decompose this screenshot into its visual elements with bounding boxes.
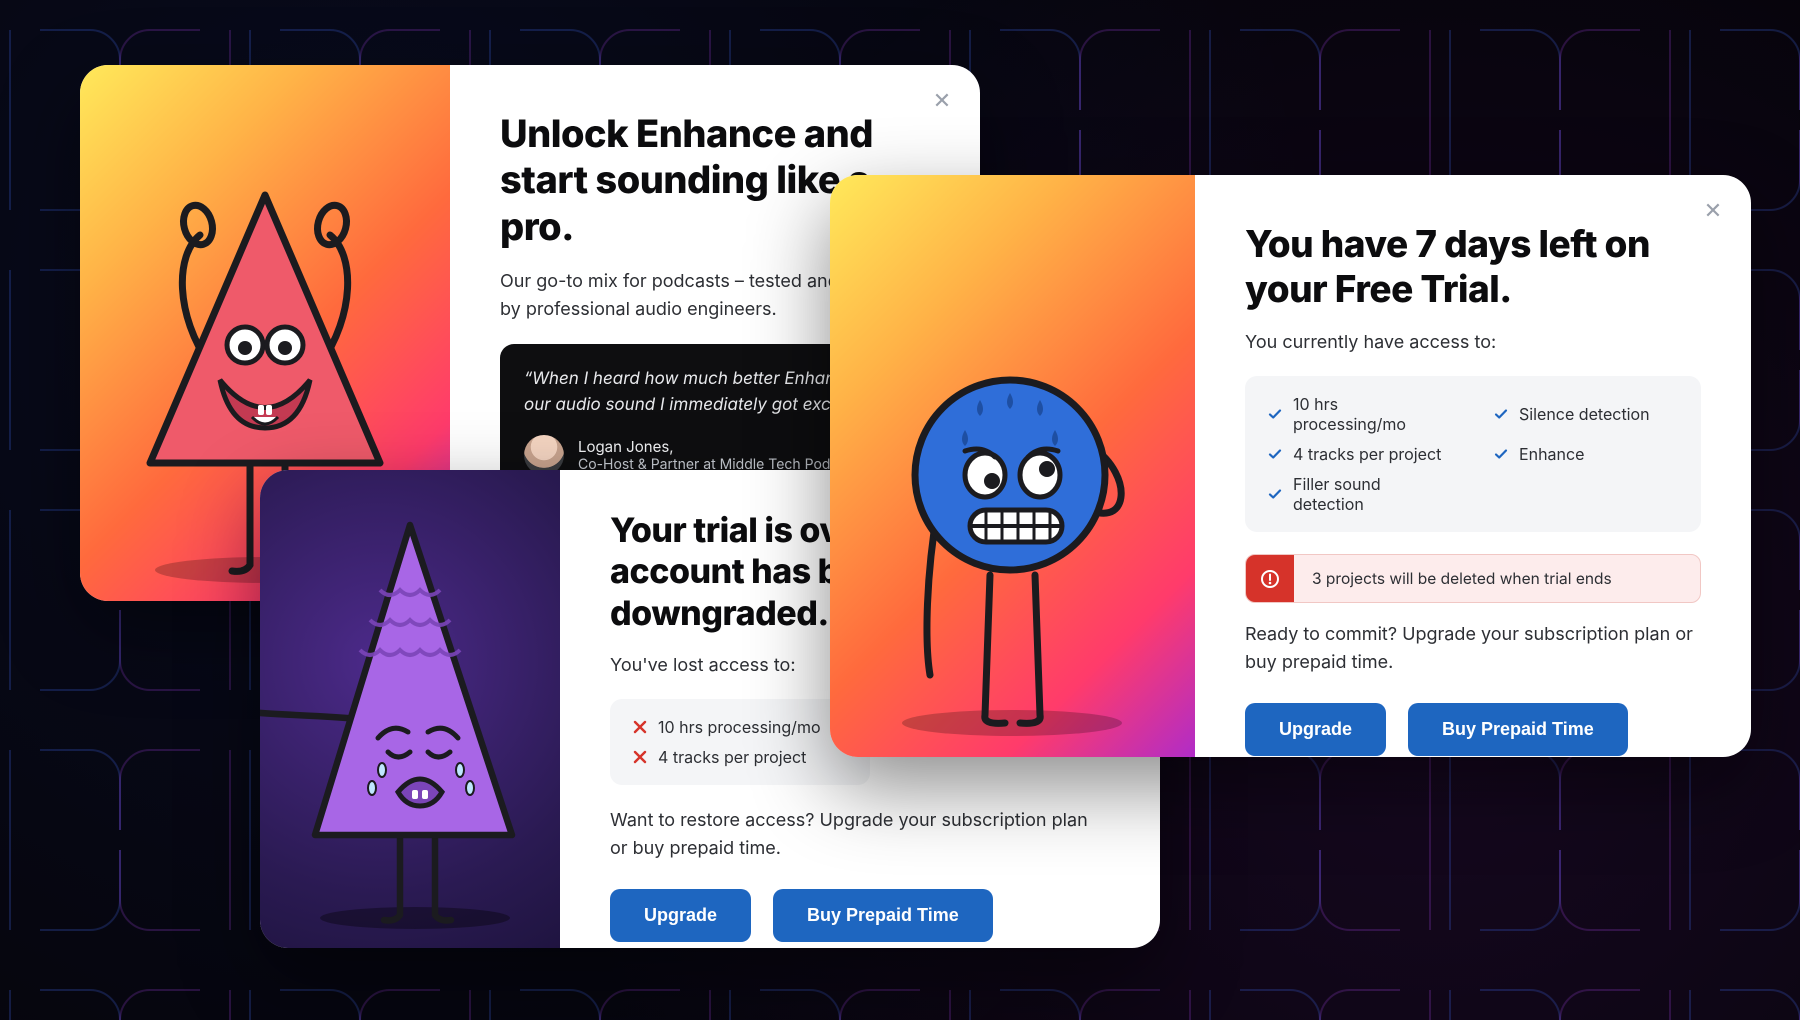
feature-item: Enhance xyxy=(1493,444,1679,464)
modal-title: You have 7 days left on your Free Trial. xyxy=(1245,221,1701,311)
trial-over-illustration xyxy=(260,470,560,948)
feature-label: Filler sound detection xyxy=(1293,474,1453,514)
lost-feature: 4 tracks per project xyxy=(632,747,848,767)
check-icon xyxy=(1267,446,1283,462)
lost-feature: 10 hrs processing/mo xyxy=(632,717,848,737)
feature-label: 4 tracks per project xyxy=(1293,444,1441,464)
feature-label: Silence detection xyxy=(1519,404,1650,424)
feature-item: 10 hrs processing/mo xyxy=(1267,394,1453,434)
alert-icon xyxy=(1246,555,1294,602)
x-icon xyxy=(632,749,648,765)
close-button[interactable]: ✕ xyxy=(928,87,956,115)
buy-prepaid-button[interactable]: Buy Prepaid Time xyxy=(773,889,993,942)
buy-prepaid-button[interactable]: Buy Prepaid Time xyxy=(1408,703,1628,756)
restore-lead: Want to restore access? Upgrade your sub… xyxy=(610,807,1110,863)
check-icon xyxy=(1493,406,1509,422)
feature-item: Silence detection xyxy=(1493,394,1679,434)
warning-text: 3 projects will be deleted when trial en… xyxy=(1294,555,1630,602)
feature-label: Enhance xyxy=(1519,444,1584,464)
trial-end-warning: 3 projects will be deleted when trial en… xyxy=(1245,554,1701,603)
check-icon xyxy=(1267,486,1283,502)
upgrade-button[interactable]: Upgrade xyxy=(1245,703,1386,756)
feature-label: 10 hrs processing/mo xyxy=(1293,394,1453,434)
lost-feature-label: 4 tracks per project xyxy=(658,747,806,767)
check-icon xyxy=(1493,446,1509,462)
features-box: 10 hrs processing/mo Silence detection 4… xyxy=(1245,376,1701,532)
avatar xyxy=(524,435,564,475)
testimonial-name: Logan Jones, xyxy=(578,437,858,456)
trial-illustration xyxy=(830,175,1195,757)
upgrade-button[interactable]: Upgrade xyxy=(610,889,751,942)
commit-lead: Ready to commit? Upgrade your subscripti… xyxy=(1245,621,1701,677)
check-icon xyxy=(1267,406,1283,422)
lost-feature-label: 10 hrs processing/mo xyxy=(658,717,821,737)
x-icon xyxy=(632,719,648,735)
close-button[interactable]: ✕ xyxy=(1699,197,1727,225)
free-trial-modal: ✕ You have 7 days left on your Free Tria… xyxy=(830,175,1751,757)
access-lead: You currently have access to: xyxy=(1245,329,1701,356)
feature-item: 4 tracks per project xyxy=(1267,444,1453,464)
feature-item: Filler sound detection xyxy=(1267,474,1453,514)
